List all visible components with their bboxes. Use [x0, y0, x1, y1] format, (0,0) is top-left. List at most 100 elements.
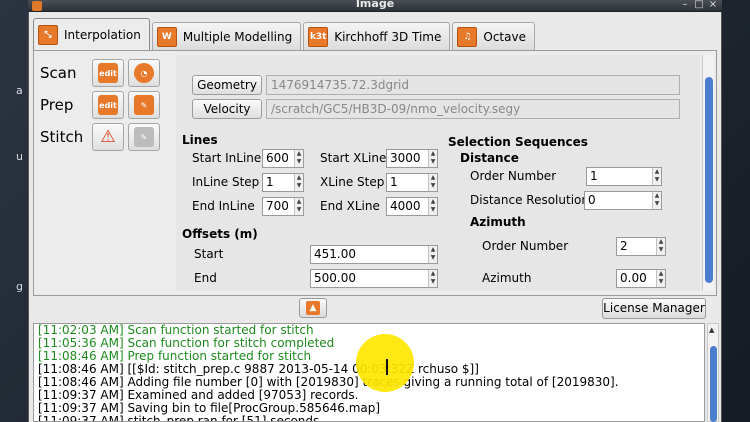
geometry-button[interactable]: Geometry	[192, 75, 262, 95]
end-inline-spinbox[interactable]: 700 ▲ ▼	[262, 197, 304, 216]
spin-arrows-icon[interactable]: ▲ ▼	[656, 270, 665, 287]
offsets-heading: Offsets (m)	[182, 227, 258, 241]
start-inline-label: Start InLine	[192, 151, 262, 165]
interpolation-page: Scan edit ◔ Prep edit ✎ Stitch ⚠ ✎ Geome…	[33, 50, 717, 296]
close-icon[interactable]: ×	[706, 0, 720, 11]
prep-edit-button[interactable]: edit	[92, 91, 124, 119]
spin-arrows-icon[interactable]: ▲ ▼	[428, 174, 437, 191]
function-sidebar: Scan edit ◔ Prep edit ✎ Stitch ⚠ ✎	[40, 57, 166, 153]
window-title: Image	[355, 0, 395, 10]
azimuth-spinbox[interactable]: 0.00 ▲ ▼	[616, 269, 666, 288]
prep-row: Prep edit ✎	[40, 89, 166, 121]
xline-step-spinbox[interactable]: 1 ▲ ▼	[386, 173, 438, 192]
scan-run-button[interactable]: ◔	[128, 59, 160, 87]
distance-resolution-spinbox[interactable]: 0 ▲ ▼	[584, 191, 662, 210]
tab-interpolation[interactable]: ⤡ Interpolation	[33, 18, 150, 50]
distance-heading: Distance	[460, 151, 519, 165]
offset-start-value: 451.00	[314, 247, 356, 261]
distance-order-spinbox[interactable]: 1 ▲ ▼	[586, 167, 662, 186]
end-xline-value: 4000	[390, 199, 421, 213]
desktop-glyph: g	[16, 280, 23, 293]
desktop-glyph: a	[16, 84, 23, 97]
velocity-row: Velocity /scratch/GC5/HB3D-09/nmo_veloci…	[192, 99, 680, 119]
offset-end-spinbox[interactable]: 500.00 ▲ ▼	[310, 269, 438, 288]
offset-end-value: 500.00	[314, 271, 356, 285]
scan-label: Scan	[40, 64, 77, 82]
offset-end-label: End	[194, 271, 217, 285]
window-titlebar[interactable]: Image – □ ×	[28, 0, 722, 12]
collapse-button[interactable]: ▲	[299, 298, 327, 318]
log-scrollbar[interactable]: ▲	[707, 323, 719, 422]
stitch-row: Stitch ⚠ ✎	[40, 121, 166, 153]
offset-start-spinbox[interactable]: 451.00 ▲ ▼	[310, 245, 438, 264]
spin-arrows-icon[interactable]: ▲ ▼	[294, 198, 303, 215]
selection-sequences-heading: Selection Sequences	[448, 135, 588, 149]
scroll-up-icon[interactable]: ▲	[709, 326, 714, 334]
stitch-warning-button[interactable]: ⚠	[92, 123, 124, 151]
maximize-icon[interactable]: □	[692, 0, 706, 11]
end-inline-value: 700	[266, 199, 289, 213]
azimuth-value: 0.00	[620, 271, 647, 285]
start-xline-value: 3000	[390, 151, 421, 165]
octave-icon: ♫	[457, 26, 478, 47]
distance-order-value: 1	[590, 169, 598, 183]
azimuth-heading: Azimuth	[470, 215, 526, 229]
parameters-panel: Geometry 1476914735.72.3dgrid Velocity /…	[176, 55, 700, 291]
tab-label: Interpolation	[64, 27, 141, 42]
start-inline-spinbox[interactable]: 600 ▲ ▼	[262, 149, 304, 168]
scan-edit-button[interactable]: edit	[92, 59, 124, 87]
distance-resolution-value: 0	[588, 193, 596, 207]
inline-step-label: InLine Step	[192, 175, 260, 189]
tab-multiple-modelling[interactable]: W Multiple Modelling	[151, 22, 302, 50]
log-scrollbar-thumb[interactable]	[710, 346, 717, 422]
tab-kirchhoff-3d-time[interactable]: k3t Kirchhoff 3D Time	[303, 22, 451, 50]
desktop-glyph: u	[16, 150, 23, 163]
end-inline-label: End InLine	[192, 199, 255, 213]
distance-resolution-label: Distance Resolution	[470, 193, 589, 207]
inline-step-spinbox[interactable]: 1 ▲ ▼	[262, 173, 304, 192]
start-xline-spinbox[interactable]: 3000 ▲ ▼	[386, 149, 438, 168]
interpolation-icon: ⤡	[38, 24, 58, 45]
parameters-scrollbar[interactable]	[702, 55, 714, 291]
start-inline-value: 600	[266, 151, 289, 165]
end-xline-label: End XLine	[320, 199, 380, 213]
minimize-icon[interactable]: –	[678, 0, 692, 11]
velocity-path-field[interactable]: /scratch/GC5/HB3D-09/nmo_velocity.segy	[266, 99, 680, 119]
spin-arrows-icon[interactable]: ▲ ▼	[428, 270, 437, 287]
run-icon: ◔	[134, 63, 154, 83]
spin-arrows-icon[interactable]: ▲ ▼	[428, 198, 437, 215]
geometry-path-field[interactable]: 1476914735.72.3dgrid	[266, 75, 680, 95]
spin-arrows-icon[interactable]: ▲ ▼	[428, 246, 437, 263]
tab-label: Octave	[483, 29, 526, 44]
geometry-row: Geometry 1476914735.72.3dgrid	[192, 75, 680, 95]
text-cursor-icon	[386, 359, 388, 375]
prep-run-button[interactable]: ✎	[128, 91, 160, 119]
spin-arrows-icon[interactable]: ▲ ▼	[652, 192, 661, 209]
spin-arrows-icon[interactable]: ▲ ▼	[656, 238, 665, 255]
xline-step-value: 1	[390, 175, 398, 189]
stitch-label: Stitch	[40, 128, 84, 146]
spin-arrows-icon[interactable]: ▲ ▼	[294, 150, 303, 167]
offset-start-label: Start	[194, 247, 224, 261]
spin-arrows-icon[interactable]: ▲ ▼	[294, 174, 303, 191]
end-xline-spinbox[interactable]: 4000 ▲ ▼	[386, 197, 438, 216]
prep-label: Prep	[40, 96, 74, 114]
arrow-up-icon: ▲	[306, 301, 320, 315]
velocity-button[interactable]: Velocity	[192, 99, 262, 119]
start-xline-label: Start XLine	[320, 151, 387, 165]
warning-icon: ⚠	[100, 127, 116, 147]
tab-label: Kirchhoff 3D Time	[334, 29, 442, 44]
scrollbar-thumb[interactable]	[705, 77, 713, 283]
cursor-highlight	[356, 334, 414, 392]
tab-octave[interactable]: ♫ Octave	[452, 22, 535, 50]
log-line: [11:09:37 AM] stitch_prep ran for [51] s…	[38, 414, 324, 422]
azimuth-order-value: 2	[620, 239, 628, 253]
spin-arrows-icon[interactable]: ▲ ▼	[428, 150, 437, 167]
pencil-icon: ✎	[134, 95, 154, 115]
stitch-icon: ✎	[134, 127, 154, 147]
azimuth-order-spinbox[interactable]: 2 ▲ ▼	[616, 237, 666, 256]
stitch-run-button[interactable]: ✎	[128, 123, 160, 151]
license-manager-button[interactable]: License Manager	[602, 298, 706, 319]
spin-arrows-icon[interactable]: ▲ ▼	[652, 168, 661, 185]
xline-step-label: XLine Step	[320, 175, 385, 189]
